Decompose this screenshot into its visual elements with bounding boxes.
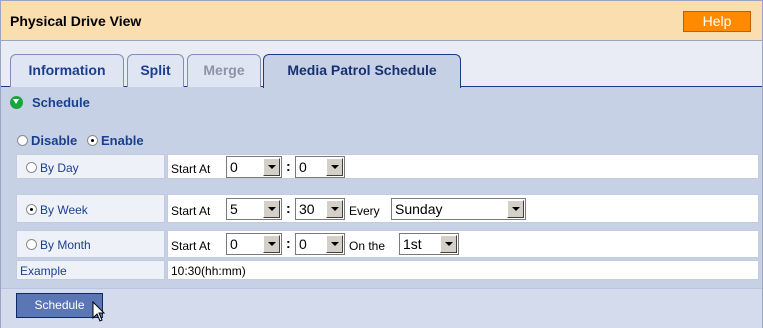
collapse-down-icon[interactable] <box>10 96 23 109</box>
by-week-row: By Week Start At 5 : 30 Every Sunday <box>16 194 759 223</box>
physical-drive-view-panel: Physical Drive View Help Information Spl… <box>0 0 763 328</box>
example-cell: Example <box>16 260 165 280</box>
by-week-start-label: Start At <box>171 204 211 218</box>
window-title: Physical Drive View <box>10 13 142 29</box>
enable-label: Enable <box>101 133 144 148</box>
by-month-minute-select[interactable]: 0 <box>295 233 345 255</box>
chevron-down-icon[interactable] <box>263 158 280 176</box>
by-day-label: By Day <box>40 161 79 175</box>
tab-information[interactable]: Information <box>10 54 124 87</box>
disable-label: Disable <box>31 133 78 148</box>
chevron-down-icon[interactable] <box>440 235 457 253</box>
help-button[interactable]: Help <box>683 11 751 32</box>
by-month-minute-value: 0 <box>299 236 307 252</box>
by-week-hour-value: 5 <box>230 201 238 217</box>
month-date-value: 1st <box>403 236 422 252</box>
by-week-settings: Start At 5 : 30 Every Sunday <box>167 194 759 223</box>
by-month-hour-select[interactable]: 0 <box>226 233 282 255</box>
disable-radio-option[interactable]: Disable <box>17 133 77 148</box>
chevron-down-icon[interactable] <box>326 235 343 253</box>
schedule-button[interactable]: Schedule <box>16 293 103 318</box>
by-week-option[interactable]: By Week <box>26 203 88 217</box>
example-row: Example 10:30(hh:mm) <box>16 260 759 280</box>
tab-split[interactable]: Split <box>127 54 184 87</box>
chevron-down-icon[interactable] <box>263 235 280 253</box>
time-separator: : <box>286 158 291 174</box>
example-value-cell: 10:30(hh:mm) <box>167 260 759 280</box>
by-day-hour-value: 0 <box>230 159 238 175</box>
mouse-cursor-icon <box>92 301 106 322</box>
chevron-down-icon[interactable] <box>326 200 343 218</box>
by-month-start-label: Start At <box>171 239 211 253</box>
by-week-minute-select[interactable]: 30 <box>295 198 345 220</box>
tab-media-patrol-schedule[interactable]: Media Patrol Schedule <box>263 54 461 88</box>
tab-merge: Merge <box>187 54 261 87</box>
disable-radio[interactable] <box>17 135 28 146</box>
every-label: Every <box>349 204 380 218</box>
by-month-radio[interactable] <box>26 239 37 250</box>
time-separator: : <box>286 235 291 251</box>
by-day-minute-value: 0 <box>299 159 307 175</box>
time-separator: : <box>286 200 291 216</box>
weekday-select[interactable]: Sunday <box>391 198 526 220</box>
by-day-radio[interactable] <box>26 162 37 173</box>
schedule-section-header[interactable]: Schedule <box>10 95 90 113</box>
by-week-cell[interactable]: By Week <box>16 194 165 223</box>
by-week-label: By Week <box>40 203 88 217</box>
on-the-label: On the <box>349 239 386 253</box>
by-week-hour-select[interactable]: 5 <box>226 198 282 220</box>
by-day-option[interactable]: By Day <box>26 161 79 175</box>
by-month-hour-value: 0 <box>230 236 238 252</box>
by-day-minute-select[interactable]: 0 <box>295 156 345 178</box>
enable-radio-option[interactable]: Enable <box>87 133 144 148</box>
button-bar <box>1 288 762 328</box>
by-day-hour-select[interactable]: 0 <box>226 156 282 178</box>
by-week-radio[interactable] <box>26 204 37 215</box>
by-month-cell[interactable]: By Month <box>16 230 165 258</box>
by-week-minute-value: 30 <box>299 201 315 217</box>
chevron-down-icon[interactable] <box>326 158 343 176</box>
by-day-settings: Start At 0 : 0 <box>167 154 759 179</box>
example-value: 10:30(hh:mm) <box>171 264 246 278</box>
by-day-cell[interactable]: By Day <box>16 154 165 179</box>
title-bar: Physical Drive View Help <box>1 1 762 41</box>
month-date-select[interactable]: 1st <box>399 233 459 255</box>
by-month-row: By Month Start At 0 : 0 On the 1st <box>16 230 759 258</box>
by-month-settings: Start At 0 : 0 On the 1st <box>167 230 759 258</box>
by-day-row: By Day Start At 0 : 0 <box>16 154 759 179</box>
chevron-down-icon[interactable] <box>507 200 524 218</box>
example-label: Example <box>20 264 67 278</box>
enable-radio[interactable] <box>87 135 98 146</box>
by-month-label: By Month <box>40 238 91 252</box>
section-title: Schedule <box>32 95 90 110</box>
weekday-value: Sunday <box>395 201 443 217</box>
chevron-down-icon[interactable] <box>263 200 280 218</box>
by-day-start-label: Start At <box>171 162 211 176</box>
by-month-option[interactable]: By Month <box>26 238 91 252</box>
